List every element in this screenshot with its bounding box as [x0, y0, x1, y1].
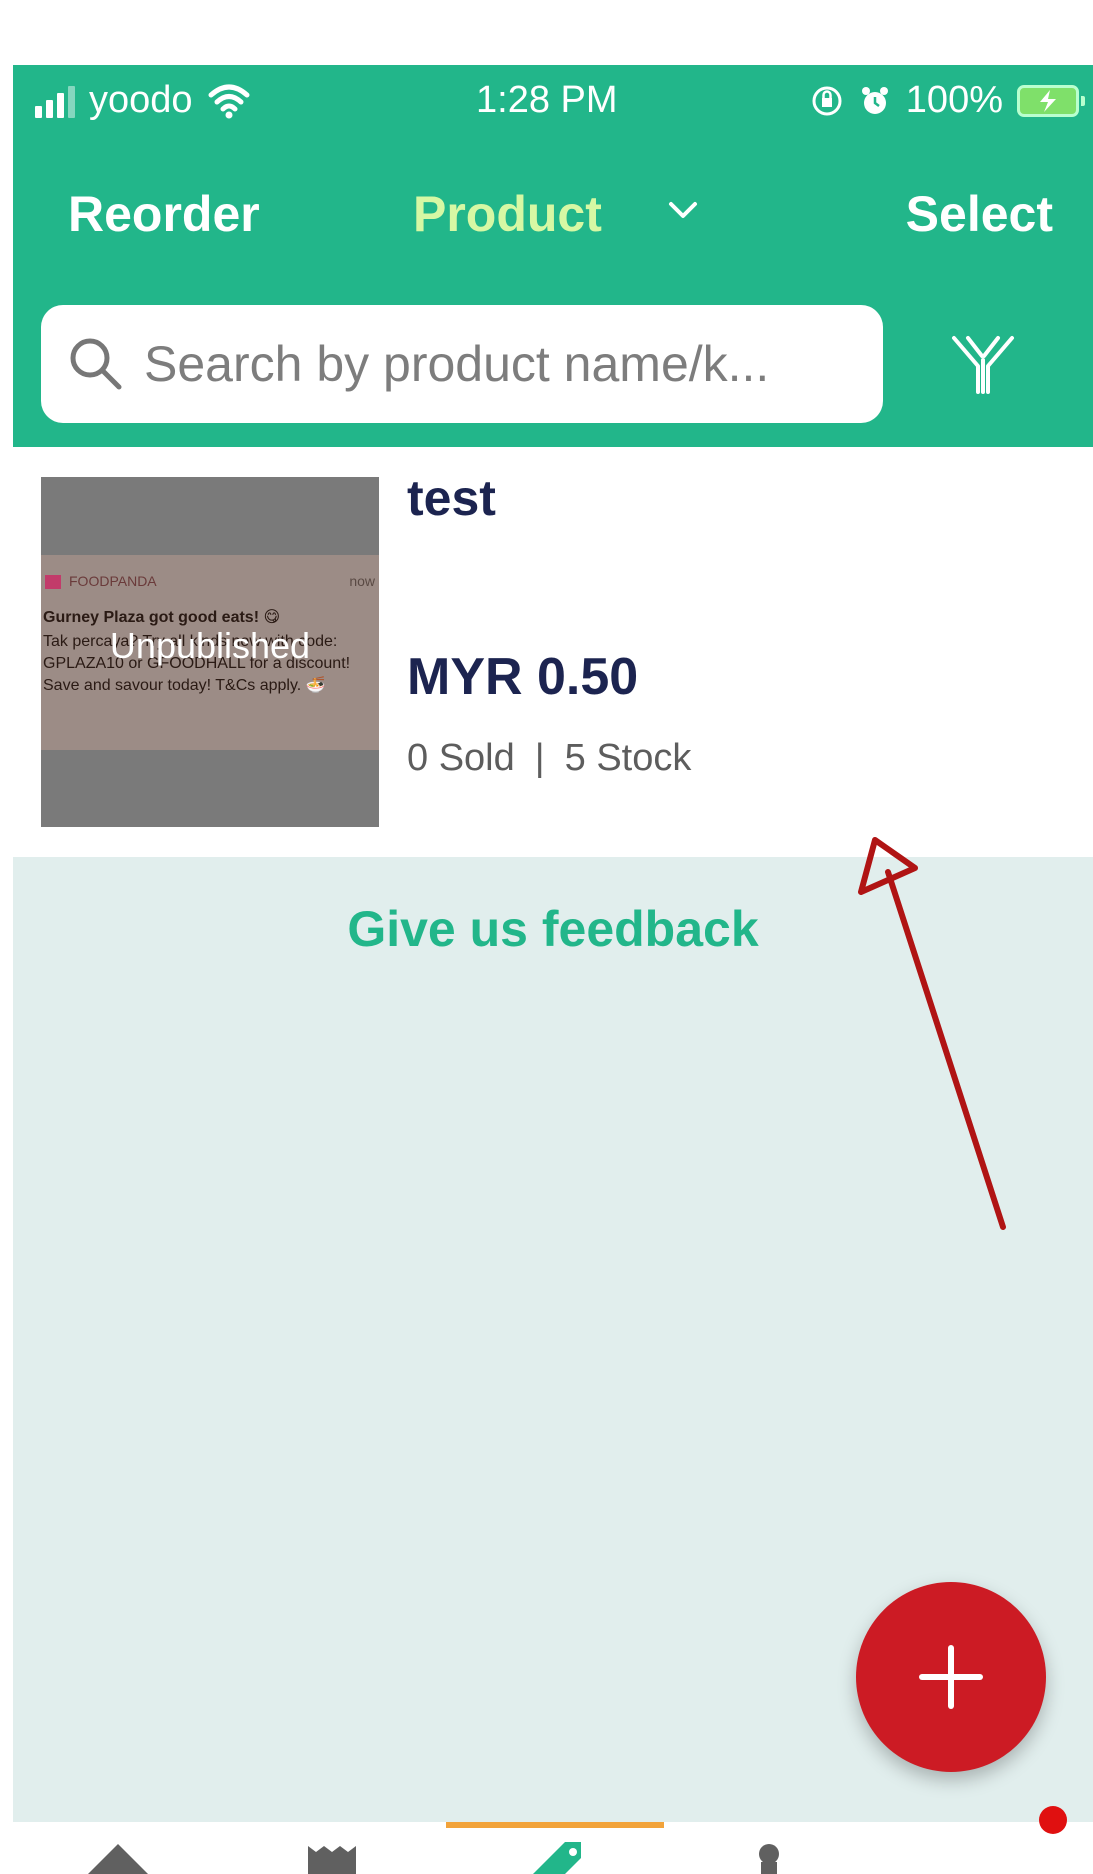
alarm-icon — [861, 86, 888, 114]
foodpanda-logo-icon — [45, 575, 61, 590]
filter-icon[interactable] — [948, 330, 1018, 400]
product-thumbnail: FOODPANDA now Gurney Plaza got good eats… — [41, 477, 379, 827]
plus-icon — [919, 1645, 983, 1709]
annotation-arrow — [858, 837, 1006, 1230]
bottom-tab-bar — [13, 1806, 1093, 1874]
notification-dot — [1039, 1806, 1067, 1834]
search-bar[interactable] — [41, 305, 883, 423]
product-card[interactable]: FOODPANDA now Gurney Plaza got good eats… — [13, 447, 1093, 857]
home-icon[interactable] — [73, 1832, 163, 1874]
search-input[interactable] — [142, 334, 866, 394]
product-price: MYR 0.50 — [407, 648, 639, 706]
page-title-dropdown[interactable]: Product — [413, 185, 602, 243]
orientation-lock-icon — [812, 86, 842, 115]
product-name: test — [407, 470, 496, 526]
battery-percent: 100% — [905, 79, 1003, 121]
search-icon — [70, 338, 122, 390]
status-badge: Unpublished — [109, 625, 311, 666]
active-tab-indicator — [446, 1822, 664, 1828]
status-time: 1:28 PM — [476, 79, 618, 121]
app-screen: yoodo 1:28 PM 100% Reorder Product Selec… — [13, 65, 1093, 1874]
thumbnail-headline: Gurney Plaza got good eats! 😋 — [43, 609, 281, 626]
status-bar: yoodo 1:28 PM 100% — [13, 65, 1093, 135]
carrier-label: yoodo — [89, 79, 193, 121]
chevron-down-icon[interactable] — [663, 195, 703, 225]
signal-icon — [35, 84, 75, 118]
select-button[interactable]: Select — [906, 185, 1053, 243]
product-tag-icon[interactable] — [513, 1832, 603, 1874]
orders-icon[interactable] — [298, 1832, 388, 1874]
thumbnail-time: now — [349, 573, 375, 589]
product-stats: 0 Sold | 5 Stock — [407, 737, 691, 780]
battery-icon — [1017, 84, 1085, 117]
sold-count: 0 Sold — [407, 737, 515, 779]
stats-divider: | — [534, 737, 545, 779]
header-bar: yoodo 1:28 PM 100% Reorder Product Selec… — [13, 65, 1093, 447]
stock-count: 5 Stock — [564, 737, 692, 779]
add-product-button[interactable] — [856, 1582, 1046, 1772]
wifi-icon — [208, 84, 250, 118]
thumbnail-app-name: FOODPANDA — [69, 573, 157, 589]
profile-icon[interactable] — [733, 1832, 823, 1874]
reorder-button[interactable]: Reorder — [68, 185, 260, 243]
nav-row: Reorder Product Select — [13, 175, 1093, 255]
